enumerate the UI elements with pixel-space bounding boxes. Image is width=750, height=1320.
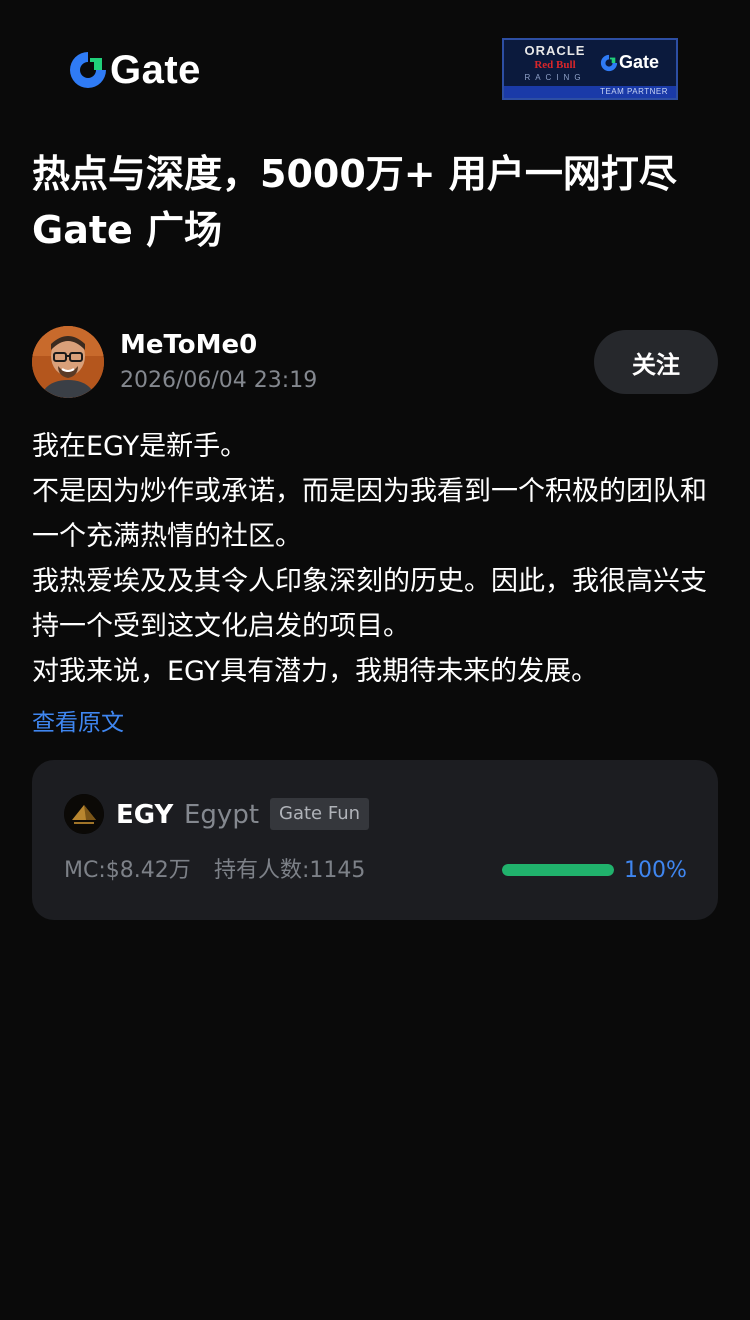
post-paragraph: 我热爱埃及及其令人印象深刻的历史。因此，我很高兴支持一个受到这文化启发的项目。	[32, 566, 707, 642]
partner-oracle-text: ORACLE	[524, 43, 586, 58]
token-symbol: EGY	[116, 800, 174, 830]
bonding-progress-label: 100%	[624, 858, 687, 883]
post-paragraph: 不是因为炒作或承诺，而是因为我看到一个积极的团队和一个充满热情的社区。	[32, 476, 707, 552]
post-timestamp: 2026/06/04 23:19	[120, 368, 318, 393]
page: Gate ORACLE Red Bull RACING Gate TEAM PA…	[0, 0, 750, 1320]
team-partner-badge[interactable]: ORACLE Red Bull RACING Gate TEAM PARTNER	[502, 38, 678, 100]
partner-gate-text: Gate	[619, 52, 660, 72]
avatar-image	[32, 326, 104, 398]
header: Gate ORACLE Red Bull RACING Gate TEAM PA…	[32, 0, 718, 140]
post-body: 我在EGY是新手。 不是因为炒作或承诺，而是因为我看到一个积极的团队和一个充满热…	[32, 424, 718, 694]
token-logo	[64, 794, 104, 834]
page-headline: 热点与深度，5000万+ 用户一网打尽 Gate 广场	[32, 152, 677, 252]
gate-logo-text: Gate	[110, 48, 201, 92]
follow-button[interactable]: 关注	[594, 330, 718, 394]
partner-racing-text: RACING	[524, 73, 586, 82]
redbull-racing-mark: ORACLE Red Bull RACING	[512, 44, 598, 84]
bonding-progress-fill	[502, 864, 614, 876]
author-name[interactable]: MeToMe0	[120, 328, 257, 362]
bonding-progress-bar	[502, 864, 614, 876]
post-paragraph: 我在EGY是新手。	[32, 431, 248, 462]
token-name: Egypt	[184, 800, 260, 830]
partner-strip-text: TEAM PARTNER	[504, 86, 676, 98]
gate-logo-icon	[70, 52, 106, 88]
pyramid-icon	[64, 794, 104, 834]
gate-mini-icon	[600, 54, 618, 71]
token-market-cap: MC:$8.42万	[64, 858, 191, 883]
post-paragraph: 对我来说，EGY具有潜力，我期待未来的发展。	[32, 656, 599, 687]
token-card[interactable]: EGY Egypt Gate Fun MC:$8.42万 持有人数:1145 1…	[32, 760, 718, 920]
gate-logo[interactable]: Gate	[68, 50, 201, 90]
partner-gate-mark: Gate	[600, 52, 659, 73]
post-author-row: MeToMe0 2026/06/04 23:19 关注	[32, 326, 718, 398]
token-holder-count: 持有人数:1145	[214, 858, 366, 883]
token-platform-tag: Gate Fun	[270, 798, 370, 830]
partner-redbull-text: Red Bull	[534, 59, 576, 71]
view-original-link[interactable]: 查看原文	[32, 706, 718, 740]
author-avatar[interactable]	[32, 326, 104, 398]
